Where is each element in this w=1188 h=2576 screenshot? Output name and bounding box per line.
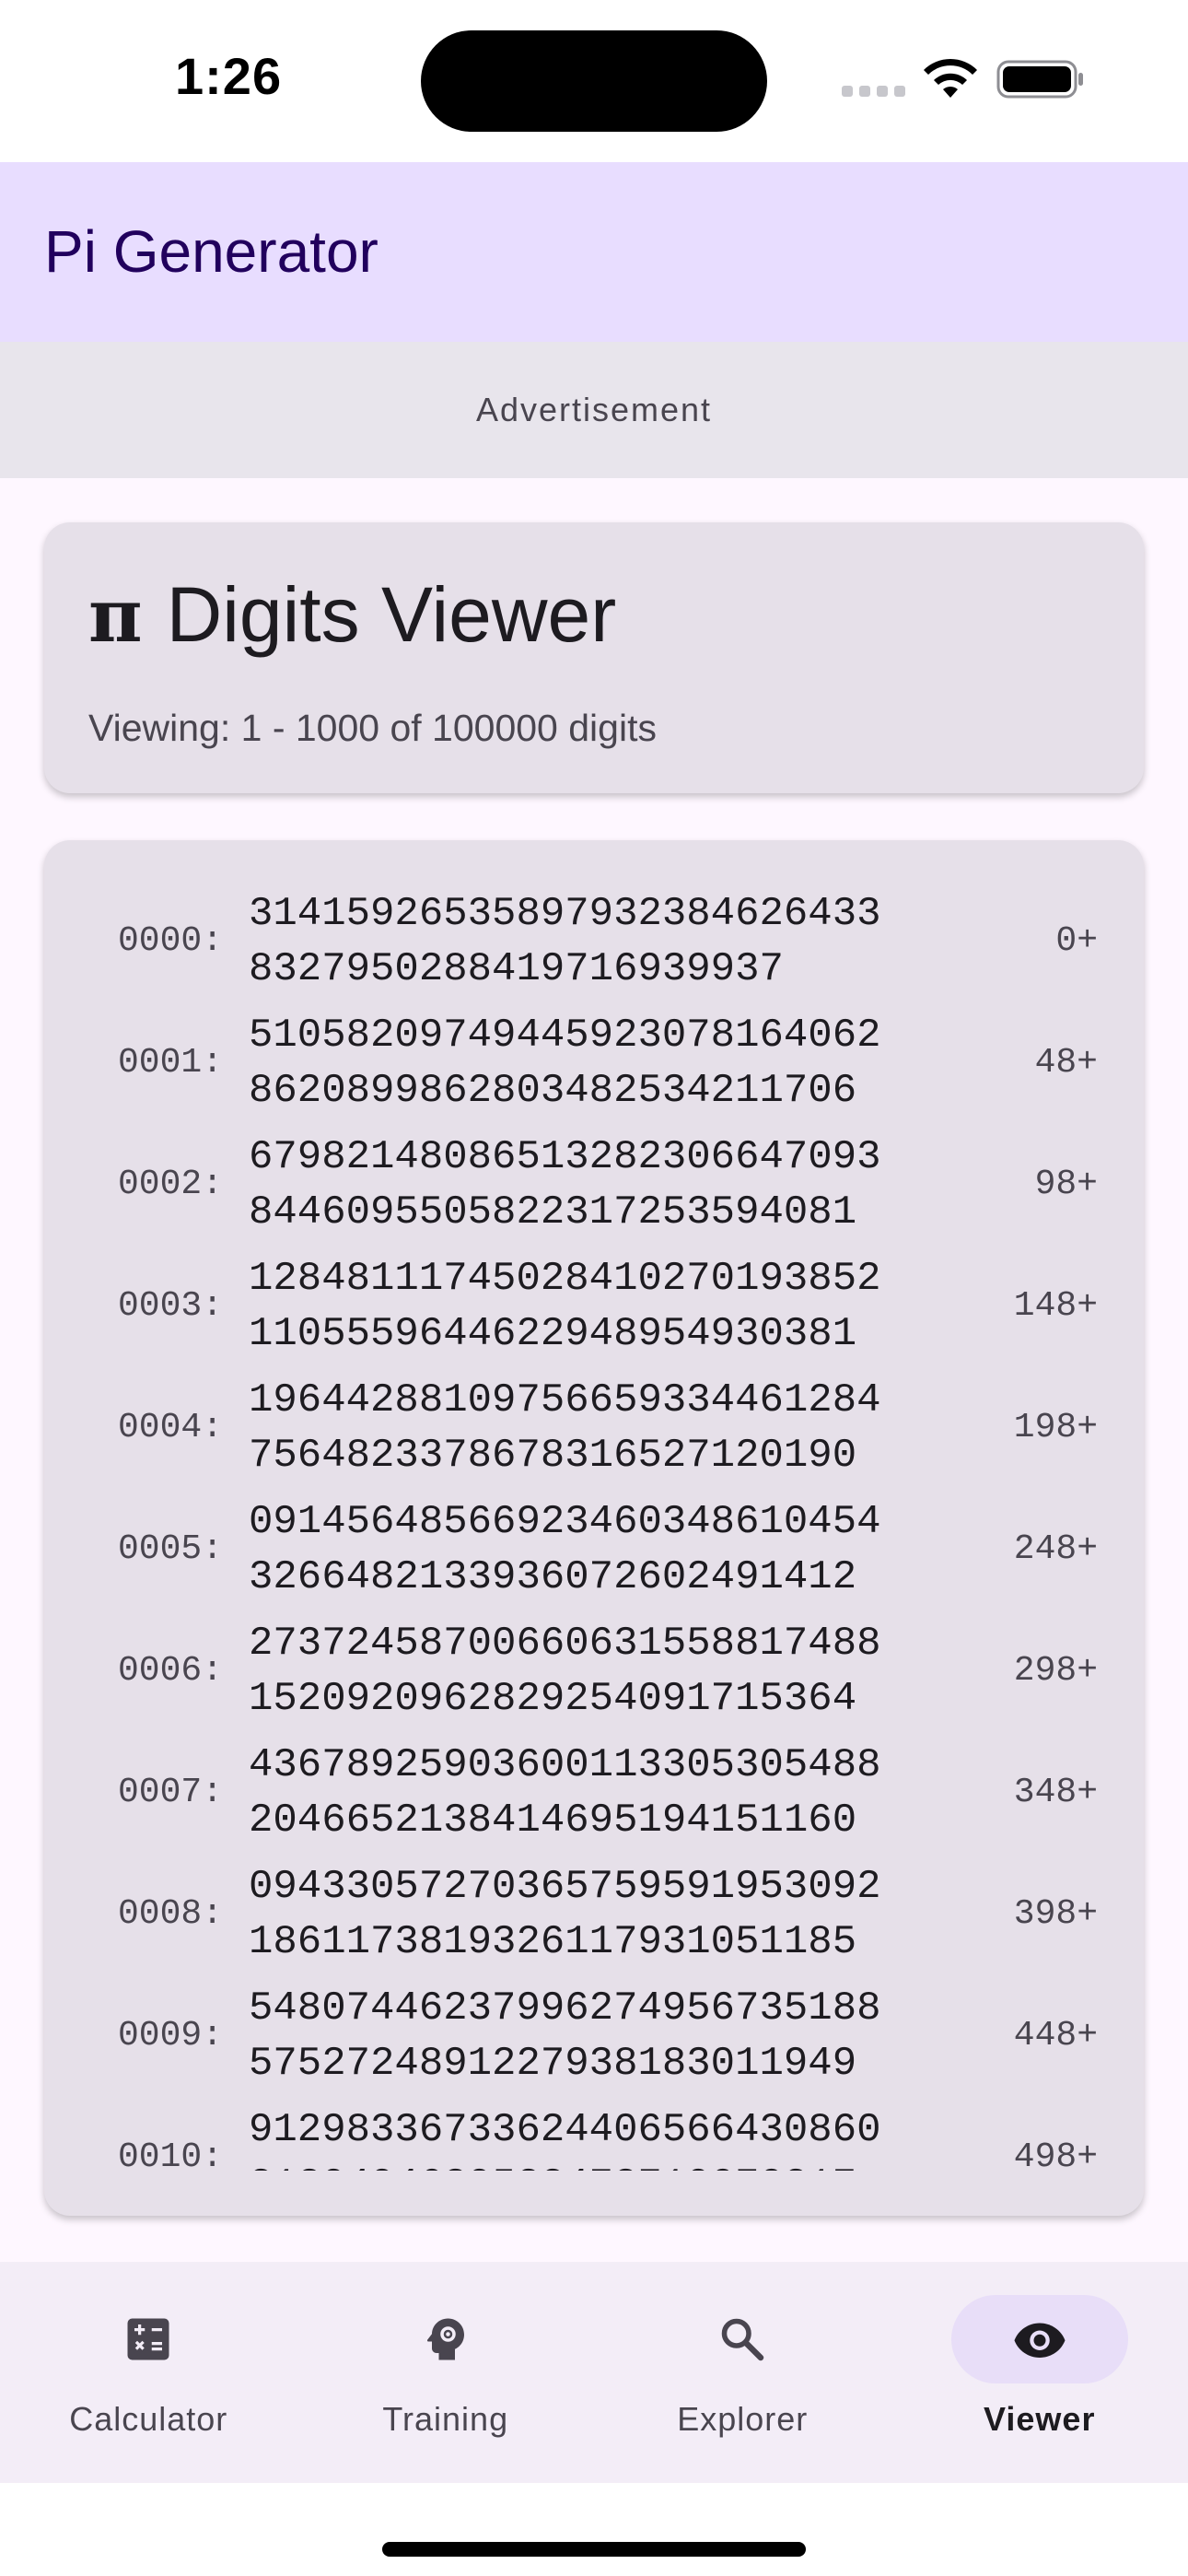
digit-row: 0000: 31415926535897932384626433 8327950…: [44, 886, 1144, 1008]
pi-symbol: π: [88, 571, 143, 659]
digit-row: 0001: 51058209749445923078164062 8620899…: [44, 1008, 1144, 1130]
row-offset: 48+: [1034, 1043, 1098, 1083]
row-digits: 51058209749445923078164062 8620899862803…: [249, 1013, 881, 1114]
row-index: 0009:: [118, 2016, 224, 2055]
digit-row: 0007: 43678925903600113305305488 2046652…: [44, 1738, 1144, 1859]
row-index: 0002:: [118, 1165, 224, 1204]
nav-active-indicator: [950, 2295, 1128, 2383]
row-index: 0003:: [118, 1286, 224, 1326]
main-content: π Digits Viewer Viewing: 1 - 1000 of 100…: [0, 478, 1188, 2262]
row-digits: 09433057270365759591953092 1861173819326…: [249, 1864, 881, 1965]
row-digits: 19644288109756659334461284 7564823378678…: [249, 1377, 881, 1479]
nav-item-calculator[interactable]: Calculator: [0, 2262, 297, 2483]
search-icon: [721, 2318, 764, 2361]
digit-row: 0005: 09145648566923460348610454 3266482…: [44, 1494, 1144, 1616]
digit-row: 0006: 27372458700660631558817488 1520920…: [44, 1616, 1144, 1738]
row-index: 0005:: [118, 1529, 224, 1569]
row-digits: 12848111745028410270193852 1105559644622…: [249, 1256, 881, 1357]
row-digits: 31415926535897932384626433 8327950288419…: [249, 891, 881, 992]
app-title: Pi Generator: [44, 218, 379, 285]
bottom-navigation: Calculator Training Explorer Viewer: [0, 2262, 1188, 2483]
viewer-subtitle: Viewing: 1 - 1000 of 100000 digits: [88, 707, 657, 749]
row-offset: 0+: [1055, 921, 1098, 961]
row-offset: 398+: [1013, 1894, 1098, 1934]
row-digits: 27372458700660631558817488 1520920962829…: [249, 1621, 881, 1722]
cellular-signal-icon: [842, 86, 905, 97]
nav-label: Training: [382, 2400, 509, 2438]
home-indicator[interactable]: [382, 2542, 806, 2557]
digits-list[interactable]: 0000: 31415926535897932384626433 8327950…: [44, 886, 1144, 2171]
digit-row: 0002: 67982148086513282306647093 8446095…: [44, 1130, 1144, 1251]
row-digits: 54807446237996274956735188 5752724891227…: [249, 1985, 881, 2087]
row-digits: 43678925903600113305305488 2046652138414…: [249, 1742, 881, 1844]
dynamic-island: [421, 30, 767, 132]
viewer-header-card: π Digits Viewer Viewing: 1 - 1000 of 100…: [44, 522, 1144, 793]
nav-item-training[interactable]: Training: [297, 2262, 595, 2483]
row-index: 0004:: [118, 1408, 224, 1447]
digit-row: 0004: 19644288109756659334461284 7564823…: [44, 1373, 1144, 1494]
row-digits: 67982148086513282306647093 8446095505822…: [249, 1134, 881, 1235]
ad-banner[interactable]: Advertisement: [0, 342, 1188, 478]
nav-item-explorer[interactable]: Explorer: [594, 2262, 891, 2483]
row-offset: 148+: [1013, 1286, 1098, 1326]
row-index: 0010:: [118, 2137, 224, 2171]
row-digits: 09145648566923460348610454 3266482133936…: [249, 1499, 881, 1600]
row-index: 0007:: [118, 1773, 224, 1812]
nav-label: Viewer: [984, 2400, 1096, 2438]
digit-row: 0003: 12848111745028410270193852 1105559…: [44, 1251, 1144, 1373]
viewer-title-text: Digits Viewer: [166, 571, 617, 658]
psychology-icon: [426, 2318, 464, 2360]
ad-label: Advertisement: [475, 391, 713, 428]
calculate-icon: [127, 2318, 169, 2360]
nav-label: Explorer: [677, 2400, 809, 2438]
home-indicator-area: [0, 2483, 1188, 2576]
row-index: 0006:: [118, 1651, 224, 1691]
row-digits: 91298336733624406566430860 2139494639522…: [249, 2107, 881, 2171]
row-offset: 298+: [1013, 1651, 1098, 1691]
digit-row: 0010: 91298336733624406566430860 2139494…: [44, 2102, 1144, 2171]
digit-row: 0009: 54807446237996274956735188 5752724…: [44, 1981, 1144, 2102]
battery-icon: [996, 60, 1083, 99]
digits-card: 0000: 31415926535897932384626433 8327950…: [44, 840, 1144, 2216]
row-offset: 198+: [1013, 1408, 1098, 1447]
row-offset: 448+: [1013, 2016, 1098, 2055]
nav-item-viewer[interactable]: Viewer: [891, 2262, 1188, 2483]
app-bar: Pi Generator: [0, 162, 1188, 342]
row-offset: 98+: [1034, 1165, 1098, 1204]
viewer-title: π Digits Viewer: [88, 570, 616, 660]
row-offset: 498+: [1013, 2137, 1098, 2171]
row-index: 0008:: [118, 1894, 224, 1934]
row-index: 0001:: [118, 1043, 224, 1083]
status-bar: 1:26: [0, 0, 1188, 162]
eye-icon: [1014, 2323, 1066, 2358]
row-offset: 248+: [1013, 1529, 1098, 1569]
digit-row: 0008: 09433057270365759591953092 1861173…: [44, 1859, 1144, 1981]
nav-label: Calculator: [69, 2400, 228, 2438]
wifi-icon: [924, 58, 977, 98]
row-offset: 348+: [1013, 1773, 1098, 1812]
status-time: 1:26: [175, 47, 283, 105]
row-index: 0000:: [118, 921, 224, 961]
